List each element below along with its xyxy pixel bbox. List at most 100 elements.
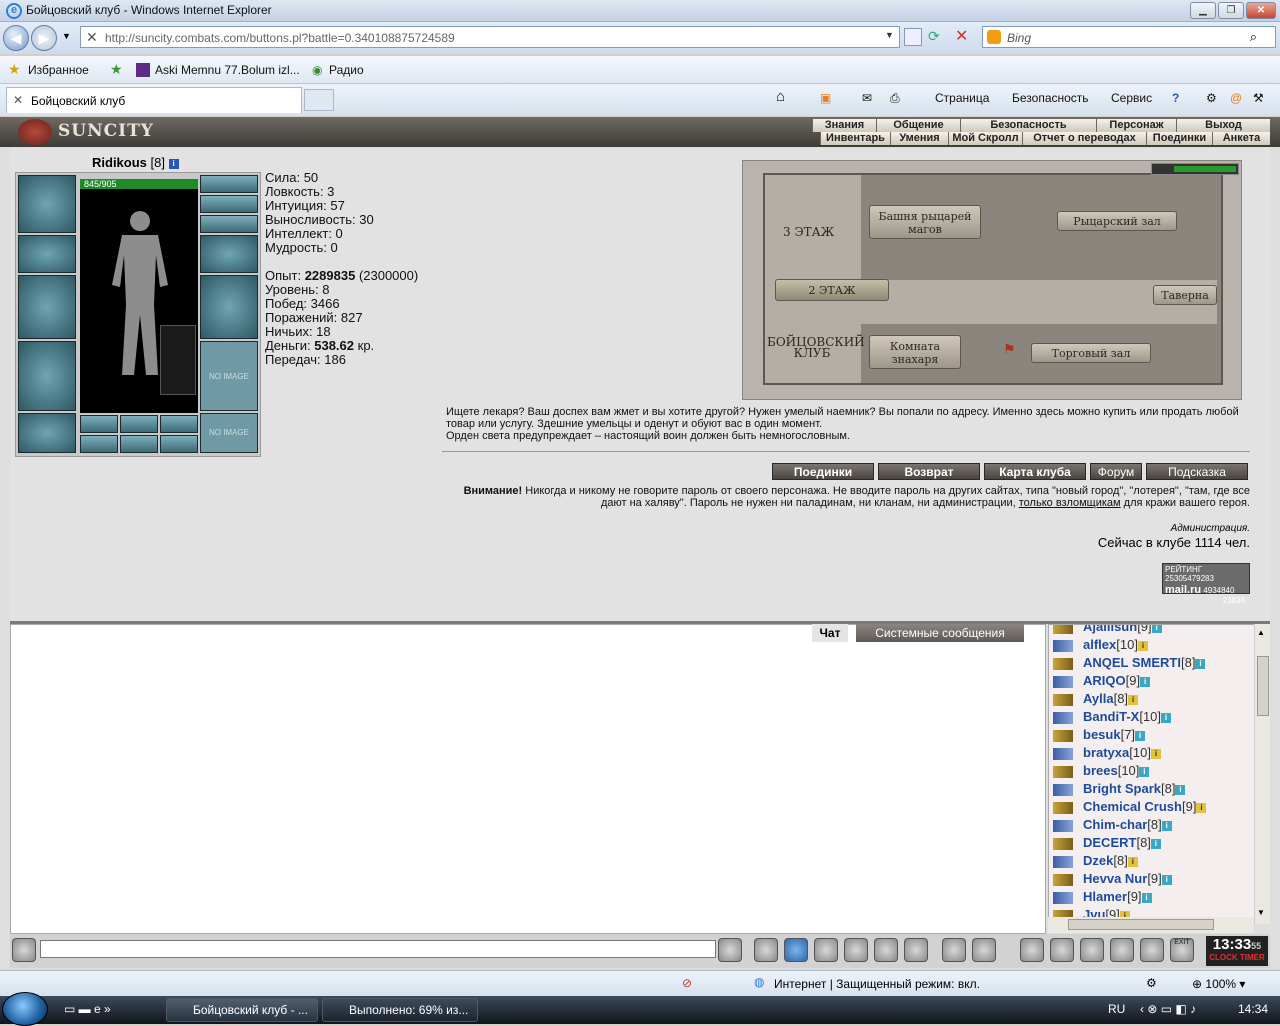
user-private-icon[interactable] bbox=[1053, 675, 1073, 688]
earrings-slot[interactable] bbox=[200, 175, 258, 193]
menu-knowledge[interactable]: Знания bbox=[812, 119, 876, 132]
return-button[interactable]: Возврат bbox=[878, 463, 980, 480]
duels-button[interactable]: Поединки bbox=[772, 463, 874, 480]
user-row[interactable]: Chemical Crush[9] i bbox=[1053, 799, 1207, 815]
info-icon[interactable]: i bbox=[168, 158, 179, 169]
armor-slot[interactable] bbox=[18, 341, 76, 411]
user-private-icon[interactable] bbox=[1053, 711, 1073, 724]
user-private-icon[interactable] bbox=[1053, 639, 1073, 652]
user-info-icon[interactable]: i bbox=[1150, 838, 1161, 849]
user-info-icon[interactable]: i bbox=[1139, 766, 1150, 777]
hackers-link[interactable]: только взломщикам bbox=[1019, 497, 1121, 509]
user-row[interactable]: ANQEL SMERTI[8] i bbox=[1053, 655, 1206, 671]
user-name[interactable]: ANQEL SMERTI bbox=[1083, 655, 1181, 670]
user-name[interactable]: brees bbox=[1083, 763, 1118, 778]
user-info-icon[interactable]: i bbox=[1151, 625, 1162, 633]
character-name[interactable]: Ridikous [8] i bbox=[92, 155, 179, 170]
user-row[interactable]: Aylla[8] i bbox=[1053, 691, 1139, 707]
hint-button[interactable]: Подсказка bbox=[1146, 463, 1248, 480]
favorite-link-1[interactable]: Aski Memnu 77.Bolum izl... bbox=[155, 63, 300, 77]
favorite-link-2[interactable]: Радио bbox=[329, 63, 364, 77]
user-private-icon[interactable] bbox=[1053, 765, 1073, 778]
bag-icon[interactable] bbox=[1020, 938, 1044, 962]
add-favorite-icon[interactable]: ★ bbox=[110, 61, 123, 78]
close-button[interactable]: ✕ bbox=[1246, 2, 1276, 19]
user-row[interactable]: ARIQO[9] i bbox=[1053, 673, 1151, 689]
tray-clock[interactable]: 14:34 bbox=[1238, 1002, 1268, 1016]
tray-icons[interactable]: ‹ ⊗ ▭ ◧ ♪ bbox=[1140, 1002, 1196, 1016]
user-row[interactable]: DECERT[8] i bbox=[1053, 835, 1161, 851]
pet-icon[interactable] bbox=[1110, 938, 1134, 962]
user-info-icon[interactable]: i bbox=[1195, 658, 1206, 669]
user-info-icon[interactable]: i bbox=[1135, 730, 1146, 741]
legs-slot[interactable]: NO IMAGE bbox=[200, 341, 258, 411]
taskbar-ie-window[interactable]: Бойцовский клуб - ... bbox=[166, 998, 318, 1022]
menu-character[interactable]: Персонаж bbox=[1096, 119, 1176, 132]
menu-skills[interactable]: Умения bbox=[890, 132, 948, 145]
home-icon[interactable]: ⌂ bbox=[776, 88, 785, 105]
language-indicator[interactable]: RU bbox=[1108, 1002, 1125, 1016]
map-floor3[interactable]: 3 ЭТАЖ bbox=[783, 226, 834, 238]
filter-icon[interactable] bbox=[784, 938, 808, 962]
user-private-icon[interactable] bbox=[1053, 801, 1073, 814]
back-button[interactable]: ◀ bbox=[3, 25, 29, 51]
user-info-icon[interactable]: i bbox=[1137, 640, 1148, 651]
club-map-button[interactable]: Карта клуба bbox=[984, 463, 1086, 480]
tab-system-messages[interactable]: Системные сообщения bbox=[856, 624, 1024, 642]
safety-menu[interactable]: Безопасность bbox=[1012, 91, 1089, 105]
tools-icon[interactable]: ⚒ bbox=[1253, 91, 1264, 105]
clock-timer[interactable]: 13:3355 CLOCK TIMER bbox=[1206, 936, 1268, 966]
scroll-slot-4[interactable] bbox=[80, 435, 118, 453]
maximize-button[interactable]: ❐ bbox=[1218, 2, 1244, 19]
users-scrollbar[interactable]: ▲ ▼ bbox=[1254, 624, 1270, 924]
user-row[interactable]: Dzek[8] i bbox=[1053, 853, 1138, 869]
chat-area[interactable] bbox=[10, 624, 1046, 934]
user-private-icon[interactable] bbox=[1053, 855, 1073, 868]
popup-blocker-icon[interactable]: ⊘ bbox=[682, 976, 692, 990]
user-private-icon[interactable] bbox=[1053, 819, 1073, 832]
refresh-icon[interactable]: ⟳ bbox=[928, 28, 940, 45]
send-icon[interactable] bbox=[718, 938, 742, 962]
helmet-icon[interactable] bbox=[1080, 938, 1104, 962]
research-icon[interactable]: ⚙ bbox=[1206, 91, 1217, 105]
page-menu[interactable]: Страница bbox=[935, 91, 989, 105]
scroll-slot-1[interactable] bbox=[80, 415, 118, 433]
search-input[interactable]: Bing ⌕ bbox=[982, 26, 1276, 48]
boots-slot[interactable]: NO IMAGE bbox=[200, 413, 258, 453]
map-tavern[interactable]: Таверна bbox=[1153, 285, 1217, 305]
user-private-icon[interactable] bbox=[1053, 729, 1073, 742]
new-tab-button[interactable] bbox=[304, 89, 334, 111]
user-info-icon[interactable]: i bbox=[1140, 676, 1151, 687]
map-floor2[interactable]: 2 ЭТАЖ bbox=[775, 279, 889, 301]
security-zone[interactable]: Интернет | Защищенный режим: вкл. bbox=[774, 977, 980, 991]
save-icon[interactable] bbox=[814, 938, 838, 962]
fight-icon[interactable] bbox=[972, 938, 996, 962]
menu-scroll[interactable]: Мой Скролл bbox=[948, 132, 1022, 145]
user-private-icon[interactable] bbox=[1053, 657, 1073, 670]
user-name[interactable]: alflex bbox=[1083, 637, 1116, 652]
user-private-icon[interactable] bbox=[1053, 783, 1073, 796]
user-private-icon[interactable] bbox=[1053, 693, 1073, 706]
user-name[interactable]: Hevva Nur bbox=[1083, 871, 1147, 886]
menu-transfers[interactable]: Отчет о переводах bbox=[1022, 132, 1146, 145]
sound-icon[interactable] bbox=[904, 938, 928, 962]
user-info-icon[interactable]: i bbox=[1141, 892, 1152, 903]
user-info-icon[interactable]: i bbox=[1161, 712, 1172, 723]
minimize-button[interactable]: ▁ bbox=[1190, 2, 1216, 19]
menu-profile[interactable]: Анкета bbox=[1212, 132, 1270, 145]
user-info-icon[interactable]: i bbox=[1161, 874, 1172, 885]
belt-slot[interactable] bbox=[18, 413, 76, 453]
map-mages-tower[interactable]: Башня рыцарей магов bbox=[869, 205, 981, 239]
shield-slot[interactable] bbox=[200, 275, 258, 339]
sword-icon[interactable] bbox=[1050, 938, 1074, 962]
exit-icon[interactable]: EXIT bbox=[1170, 938, 1194, 962]
user-info-icon[interactable]: i bbox=[1150, 748, 1161, 759]
lock-icon[interactable] bbox=[1140, 938, 1164, 962]
translit-icon[interactable] bbox=[874, 938, 898, 962]
user-row[interactable]: alflex[10] i bbox=[1053, 637, 1148, 653]
user-row[interactable]: Hevva Nur[9] i bbox=[1053, 871, 1172, 887]
user-row[interactable]: Ajallisun[9] i bbox=[1053, 625, 1162, 635]
pet-image[interactable] bbox=[160, 325, 196, 395]
print-icon[interactable]: ⎙ bbox=[890, 91, 900, 106]
chat-mode-icon[interactable] bbox=[12, 938, 36, 962]
